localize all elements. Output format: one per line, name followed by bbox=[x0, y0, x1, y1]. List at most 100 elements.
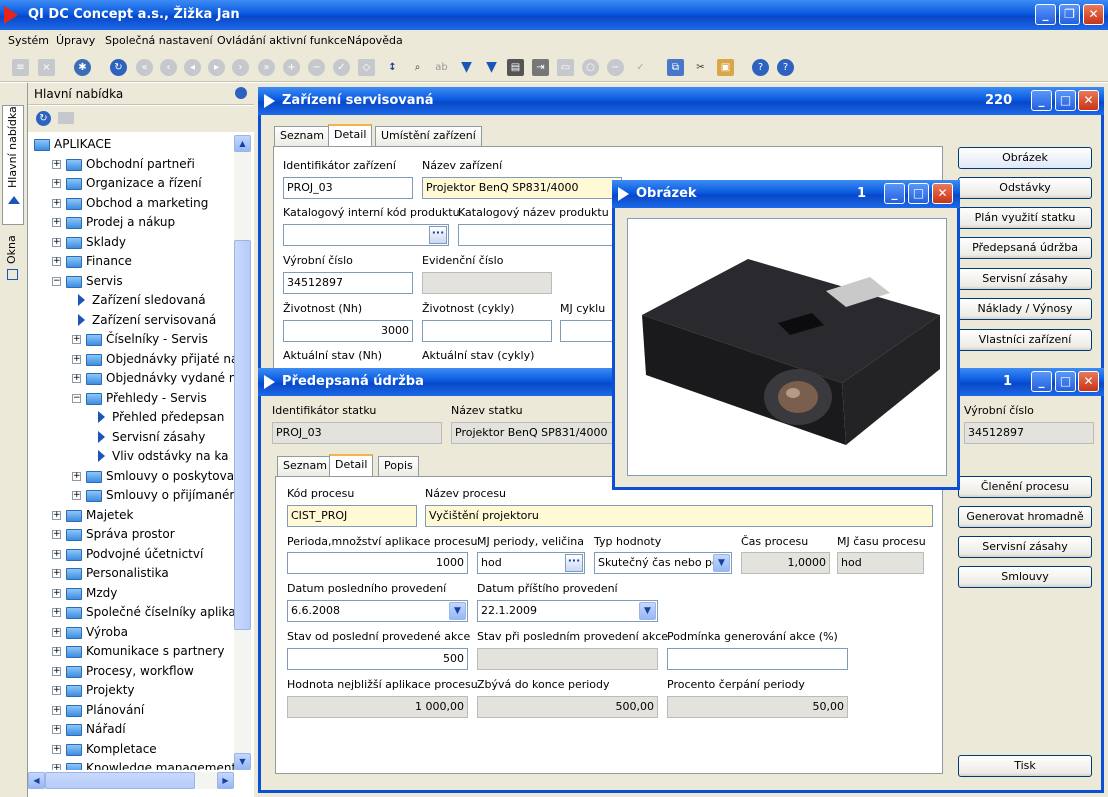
process-code-field[interactable]: CIST_PROJ bbox=[287, 505, 417, 527]
scroll-thumb[interactable] bbox=[234, 240, 251, 630]
catalog-code-field[interactable]: ··· bbox=[283, 224, 449, 246]
expand-icon[interactable]: + bbox=[52, 159, 61, 169]
smlouvy-button[interactable]: Smlouvy bbox=[958, 566, 1092, 588]
tree-item[interactable]: Vliv odstávky na ka bbox=[28, 447, 234, 466]
window-minimize-button[interactable]: _ bbox=[884, 183, 905, 204]
chevron-down-icon[interactable]: ▼ bbox=[449, 602, 466, 620]
help-icon[interactable]: ? bbox=[752, 59, 769, 76]
tree-item[interactable]: Zařízení servisovaná bbox=[28, 311, 234, 330]
scroll-up-icon[interactable]: ▲ bbox=[234, 135, 251, 152]
lookup-icon[interactable]: ··· bbox=[565, 554, 583, 572]
state-last-field[interactable]: 500 bbox=[287, 648, 468, 670]
window-close-button[interactable]: ✕ bbox=[1078, 90, 1099, 111]
expand-icon[interactable]: + bbox=[72, 354, 81, 364]
expand-icon[interactable]: + bbox=[52, 686, 61, 695]
tab-detail[interactable]: Detail bbox=[328, 124, 373, 146]
expand-icon[interactable]: + bbox=[72, 335, 81, 344]
settings-icon[interactable]: ✱ bbox=[74, 59, 91, 76]
tree-item[interactable]: + Finance bbox=[28, 252, 234, 271]
tree-item[interactable]: + Výroba bbox=[28, 623, 234, 642]
lifetime-cycles-field[interactable] bbox=[422, 320, 552, 342]
tree-item[interactable]: Přehled předepsan bbox=[28, 408, 234, 427]
expand-icon[interactable]: + bbox=[52, 198, 61, 208]
tree-item[interactable]: − Přehledy - Servis bbox=[28, 389, 234, 408]
lifetime-field[interactable]: 3000 bbox=[283, 320, 413, 342]
add-record-icon[interactable]: + bbox=[283, 59, 300, 76]
prev-record-icon[interactable]: ◂ bbox=[184, 59, 201, 76]
tree-item[interactable]: + Obchod a marketing bbox=[28, 194, 234, 213]
expand-icon[interactable]: + bbox=[52, 549, 61, 559]
refresh-icon[interactable]: ↻ bbox=[110, 59, 127, 76]
sidebar-pin-icon[interactable] bbox=[235, 87, 247, 99]
tree-item[interactable]: + Správa prostor bbox=[28, 525, 234, 544]
expand-icon[interactable]: + bbox=[52, 179, 61, 188]
expand-icon[interactable]: + bbox=[52, 666, 61, 676]
vtab-windows[interactable]: Okna bbox=[2, 229, 24, 299]
eraser-icon[interactable]: ◇ bbox=[358, 59, 375, 76]
delete-record-icon[interactable]: − bbox=[308, 59, 325, 76]
process-name-field[interactable]: Vyčištění projektoru bbox=[425, 505, 933, 527]
window-icon[interactable]: ▭ bbox=[557, 59, 574, 76]
device-id-field[interactable]: PROJ_03 bbox=[283, 177, 413, 199]
tree-item[interactable]: − Servis bbox=[28, 272, 234, 291]
expand-icon[interactable]: + bbox=[52, 237, 61, 247]
tree-item[interactable]: + Organizace a řízení bbox=[28, 174, 234, 193]
period-field[interactable]: 1000 bbox=[287, 552, 468, 574]
generovat-hromadne-button[interactable]: Generovat hromadně bbox=[958, 506, 1092, 528]
collapse-icon[interactable]: − bbox=[72, 393, 81, 403]
filter-clear-icon[interactable]: × bbox=[38, 59, 55, 76]
naklady-vynosy-button[interactable]: Náklady / Výnosy bbox=[958, 298, 1092, 320]
window-maximize-button[interactable]: □ bbox=[1055, 371, 1076, 392]
first-record-icon[interactable]: « bbox=[136, 59, 153, 76]
print-icon[interactable]: ▤ bbox=[507, 59, 524, 76]
tab-popis[interactable]: Popis bbox=[378, 456, 419, 476]
expand-icon[interactable]: + bbox=[72, 491, 81, 500]
tree-item[interactable]: + Prodej a nákup bbox=[28, 213, 234, 232]
window-minimize-button[interactable]: _ bbox=[1031, 371, 1052, 392]
condition-field[interactable] bbox=[667, 648, 848, 670]
last-date-field[interactable]: 6.6.2008 ▼ bbox=[287, 600, 468, 622]
expand-icon[interactable]: + bbox=[52, 218, 61, 227]
funnel-clear-icon[interactable]: ▼ bbox=[483, 59, 500, 76]
find-icon[interactable]: ⌕ bbox=[409, 59, 426, 76]
menu-system[interactable]: Systém bbox=[8, 34, 49, 47]
expand-icon[interactable]: + bbox=[52, 588, 61, 598]
menu-upravy[interactable]: Úpravy bbox=[56, 34, 95, 47]
window-minimize-button[interactable]: _ bbox=[1031, 90, 1052, 111]
device-name-field[interactable]: Projektor BenQ SP831/4000 bbox=[422, 177, 622, 199]
expand-icon[interactable]: + bbox=[52, 530, 61, 539]
tree-item[interactable]: + Komunikace s partnery bbox=[28, 642, 234, 661]
vlastnici-button[interactable]: Vlastníci zařízení bbox=[958, 329, 1092, 351]
tree-item[interactable]: + Personalistika bbox=[28, 564, 234, 583]
context-help-icon[interactable]: ? bbox=[777, 59, 794, 76]
collapse-icon[interactable]: − bbox=[52, 276, 61, 286]
tree-item[interactable]: + Mzdy bbox=[28, 584, 234, 603]
tab-umisteni[interactable]: Umístění zařízení bbox=[375, 126, 482, 146]
tree-item[interactable]: + Objednávky vydané na bbox=[28, 369, 234, 388]
vtab-main-menu[interactable]: Hlavní nabídka bbox=[2, 105, 24, 225]
menu-napoveda[interactable]: Nápověda bbox=[347, 34, 403, 47]
prev-page-icon[interactable]: ‹ bbox=[160, 59, 177, 76]
tisk-button[interactable]: Tisk bbox=[958, 755, 1092, 777]
cleneni-procesu-button[interactable]: Členění procesu bbox=[958, 476, 1092, 498]
expand-icon[interactable]: + bbox=[52, 705, 61, 715]
next-date-field[interactable]: 22.1.2009 ▼ bbox=[477, 600, 658, 622]
window-maximize-button[interactable]: □ bbox=[908, 183, 929, 204]
window-close-button[interactable]: ✕ bbox=[932, 183, 953, 204]
servisni-zasahy-button[interactable]: Servisní zásahy bbox=[958, 268, 1092, 290]
odstavky-button[interactable]: Odstávky bbox=[958, 177, 1092, 199]
filter-icon[interactable]: ≡ bbox=[12, 59, 29, 76]
expand-icon[interactable]: + bbox=[52, 257, 61, 266]
expand-icon[interactable]: + bbox=[52, 725, 61, 734]
sort-icon[interactable]: ↕ bbox=[384, 59, 401, 76]
zoom-icon[interactable]: ○ bbox=[582, 59, 599, 76]
mj-period-field[interactable]: hod ··· bbox=[477, 552, 585, 574]
tree-item[interactable]: + Obchodní partneři bbox=[28, 155, 234, 174]
serial-field[interactable]: 34512897 bbox=[283, 272, 413, 294]
expand-icon[interactable]: + bbox=[52, 510, 61, 520]
tree-item[interactable]: + Majetek bbox=[28, 506, 234, 525]
cut-icon[interactable]: ✂ bbox=[692, 59, 709, 76]
tree-item[interactable]: + Knowledge management bbox=[28, 759, 234, 770]
obrazek-button[interactable]: Obrázek bbox=[958, 147, 1092, 169]
mj-cycle-field[interactable] bbox=[560, 320, 620, 342]
